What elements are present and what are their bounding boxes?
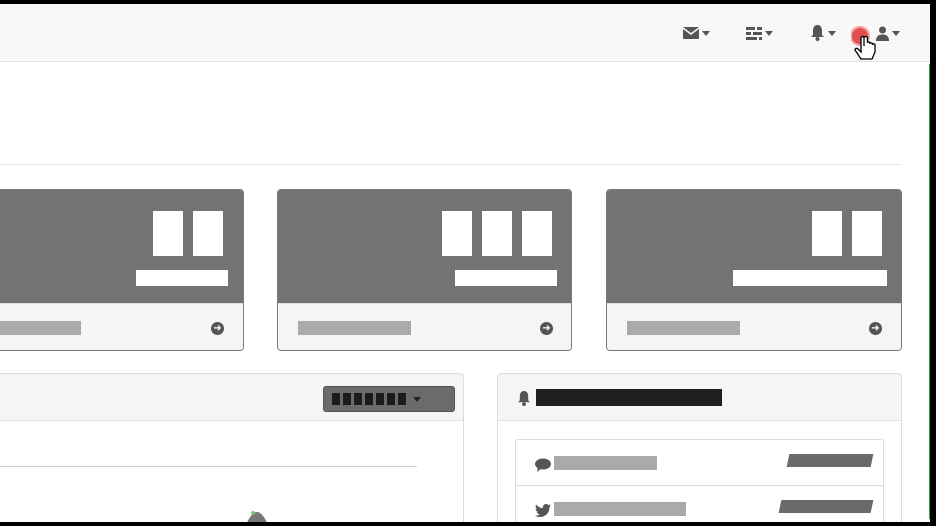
list-item[interactable] (516, 440, 883, 486)
stat-digit (193, 211, 223, 256)
redacted-char (387, 393, 395, 405)
notification-time (778, 500, 874, 513)
notifications-panel-title (536, 389, 722, 406)
chevron-down-icon (702, 30, 710, 36)
stat-digit (812, 211, 842, 256)
view-details-link[interactable]: ➜ (278, 303, 571, 350)
chart-panel (0, 373, 464, 522)
stat-panel-1[interactable]: ➜ (0, 189, 244, 351)
chart-area-shape (247, 511, 267, 522)
redacted-char (376, 393, 384, 405)
chevron-down-icon (828, 30, 836, 36)
list-item[interactable] (516, 486, 883, 522)
redacted-char (398, 393, 406, 405)
stat-panel-heading (278, 190, 571, 303)
stat-label (733, 270, 887, 286)
redacted-char (354, 393, 362, 405)
top-navbar (0, 4, 930, 62)
arrow-circle-right-icon: ➜ (869, 322, 882, 335)
chevron-down-icon (765, 30, 773, 36)
messages-dropdown[interactable] (683, 24, 710, 42)
alerts-dropdown[interactable] (810, 24, 836, 42)
tasks-dropdown[interactable] (746, 24, 773, 42)
header-divider (0, 164, 901, 165)
notifications-panel (497, 373, 902, 522)
bell-icon (811, 25, 824, 41)
page-header (0, 62, 930, 162)
stat-panel-heading (0, 190, 243, 303)
notifications-list (515, 439, 884, 522)
view-details-label (298, 321, 411, 335)
redacted-char (332, 393, 340, 405)
stat-panel-heading (607, 190, 901, 303)
view-details-label (627, 321, 740, 335)
notification-text (554, 456, 657, 470)
hand-pointer-icon (850, 26, 876, 60)
stat-digit (153, 211, 183, 256)
chart-range-dropdown[interactable] (323, 386, 455, 412)
notification-time (786, 454, 874, 467)
comment-icon (535, 458, 551, 472)
view-details-link[interactable]: ➜ (607, 303, 901, 350)
twitter-icon (535, 504, 551, 517)
stat-digit (482, 211, 512, 256)
stat-digit (442, 211, 472, 256)
redacted-char (365, 393, 373, 405)
redacted-char (343, 393, 351, 405)
stat-digit (522, 211, 552, 256)
chevron-down-icon (413, 396, 421, 402)
view-details-link[interactable]: ➜ (0, 303, 243, 350)
stat-digit (852, 211, 882, 256)
stat-label (455, 270, 557, 286)
chevron-down-icon (892, 30, 900, 36)
notification-text (554, 502, 686, 516)
mouse-cursor (850, 26, 881, 73)
envelope-icon (683, 27, 699, 39)
stat-panel-3[interactable]: ➜ (606, 189, 902, 351)
bell-icon (517, 391, 531, 406)
tasks-icon (746, 26, 762, 40)
stat-panel-2[interactable]: ➜ (277, 189, 572, 351)
arrow-circle-right-icon: ➜ (540, 322, 553, 335)
stat-label (136, 270, 228, 286)
chart-gridline (0, 466, 417, 467)
screen-edge (930, 0, 936, 526)
chart-panel-heading (0, 374, 463, 421)
app-window: ➜ ➜ ➜ (0, 4, 930, 522)
arrow-circle-right-icon: ➜ (211, 322, 224, 335)
view-details-label (0, 321, 81, 335)
notifications-panel-heading (498, 374, 901, 421)
